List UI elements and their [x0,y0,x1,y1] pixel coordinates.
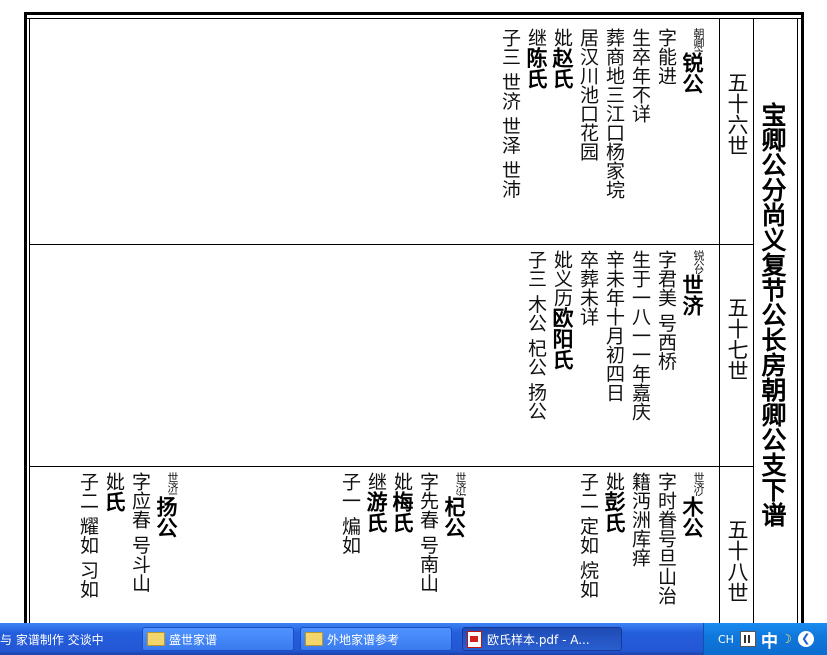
wife-prefix: 妣义历 [551,250,573,307]
person-mu-gong: 世济长子木公 字时眷号旦山治 籍沔洲库痒 妣彭氏 子二 定如 烷如 [576,472,712,623]
wife-name: 氏 [102,491,126,512]
lineage-note: 锐公长子 [692,250,704,274]
person-heading: 锐公长子世济 [680,250,704,316]
person-heading: 世济长子木公 [680,472,704,538]
burial-line: 葬商地三江口杨家垸 [603,28,625,199]
chat-label: 与 家谱制作 交谈中 [0,632,104,647]
second-wife-line: 继陈氏 [524,28,548,89]
children-line: 子二 耀如 习如 [77,472,99,599]
lineage-note: 朝卿之子 [692,28,704,52]
children-line: 子一 煸如 [339,472,361,555]
second-wife-prefix: 继 [365,472,387,491]
moon-icon[interactable]: ☽ [781,632,792,646]
frame-right [801,12,804,623]
courtesy-name-line: 字君美 号西桥 [655,250,677,371]
wife-name: 梅氏 [390,491,414,533]
wife-name: 赵氏 [550,47,574,89]
frame-left-inner [29,18,30,623]
person-heading: 朝卿之子锐公 [680,28,704,94]
frame-top [24,12,804,15]
second-wife-line: 继游氏 [364,472,388,533]
children-line: 子三 世济 世泽 世沛 [499,28,521,199]
birth-date-line: 辛未年十月初四日 [603,250,625,402]
residence-line: 居汉川池口花园 [577,28,599,161]
chevron-left-icon[interactable]: ❮ [797,631,814,647]
person-name: 锐公 [680,52,704,94]
language-indicator[interactable]: CH [718,633,734,646]
wife-line: 妣氏 [102,472,126,512]
person-heading: 世济三子扬公 [154,472,178,538]
pdf-icon [467,630,482,648]
taskbar-item-shengshi-jiapu[interactable]: 盛世家谱 [142,627,294,651]
taskbar-item-label: 欧氏样本.pdf - A... [487,632,590,647]
wife-line: 妣梅氏 [390,472,414,533]
taskbar: 与 家谱制作 交谈中 盛世家谱 外地家谱参考 欧氏样本.pdf - A... C… [0,623,827,655]
lineage-note: 世济长子 [692,472,704,496]
person-shi-ji: 锐公长子世济 字君美 号西桥 生于一八一一年嘉庆 辛未年十月初四日 卒葬未详 妣… [522,250,712,462]
death-line: 卒葬未详 [577,250,599,326]
courtesy-name-line: 字应春 号斗山 [129,472,151,593]
person-qi-gong: 世济次子杞公 字先春 号南山 妣梅氏 继游氏 子一 煸如 [338,472,474,623]
generation-column-divider [719,18,720,623]
person-heading: 世济次子杞公 [442,472,466,538]
children-line: 子三 木公 杞公 扬公 [525,250,547,421]
wife-prefix: 妣 [103,472,125,491]
person-name: 扬公 [154,496,178,538]
second-wife-name: 陈氏 [524,47,548,89]
folder-icon [305,632,323,646]
taskbar-item-label: 盛世家谱 [169,632,218,647]
taskbar-chat-item[interactable]: 与 家谱制作 交谈中 [0,627,134,651]
wife-prefix: 妣 [551,28,573,47]
wife-line: 妣赵氏 [550,28,574,89]
wife-line: 妣彭氏 [602,472,626,533]
title-column-divider [753,18,754,623]
person-name: 世济 [680,274,704,316]
pdf-page: 宝卿公分尚义复节公长房朝卿公支下谱 五十六世 五十七世 五十八世 朝卿之子锐公 … [0,0,827,623]
taskbar-item-waidi-jiapu[interactable]: 外地家谱参考 [300,627,452,651]
ime-grid-icon[interactable] [739,631,756,647]
frame-right-inner [797,18,798,623]
person-yang-gong: 世济三子扬公 字应春 号斗山 妣氏 子二 耀如 习如 [76,472,186,623]
second-wife-prefix: 继 [525,28,547,47]
wife-prefix: 妣 [391,472,413,491]
life-dates-line: 生卒年不详 [629,28,651,123]
row-divider-1 [30,244,754,245]
person-name: 木公 [680,496,704,538]
ime-mode-label[interactable]: 中 [761,627,778,652]
registry-line: 籍沔洲库痒 [629,472,651,567]
row-divider-2 [30,466,754,467]
frame-top-inner [27,18,801,19]
wife-prefix: 妣 [603,472,625,491]
person-rui-gong: 朝卿之子锐公 字能进 生卒年不详 葬商地三江口杨家垸 居汉川池口花园 妣赵氏 继… [496,28,712,240]
folder-icon [147,632,165,646]
genealogy-title: 宝卿公分尚义复节公长房朝卿公支下谱 [758,102,787,527]
system-tray: CH 中 ☽ ❮ [703,623,827,655]
generation-label-56: 五十六世 [725,72,749,156]
wife-name: 欧阳氏 [550,307,574,370]
lineage-note: 世济次子 [454,472,466,496]
wife-name: 彭氏 [602,491,626,533]
generation-label-58: 五十八世 [725,519,749,603]
taskbar-item-pdf-reader[interactable]: 欧氏样本.pdf - A... [462,627,622,651]
wife-line: 妣义历欧阳氏 [550,250,574,370]
generation-label-57: 五十七世 [725,297,749,381]
courtesy-name-line: 字先春 号南山 [417,472,439,593]
taskbar-item-label: 外地家谱参考 [327,632,400,647]
birth-line: 生于一八一一年嘉庆 [629,250,651,421]
frame-left [24,12,27,623]
courtesy-name-line: 字能进 [655,28,677,85]
lineage-note: 世济三子 [166,472,178,496]
courtesy-name-line: 字时眷号旦山治 [655,472,677,605]
person-name: 杞公 [442,496,466,538]
second-wife-name: 游氏 [364,491,388,533]
children-line: 子二 定如 烷如 [577,472,599,599]
